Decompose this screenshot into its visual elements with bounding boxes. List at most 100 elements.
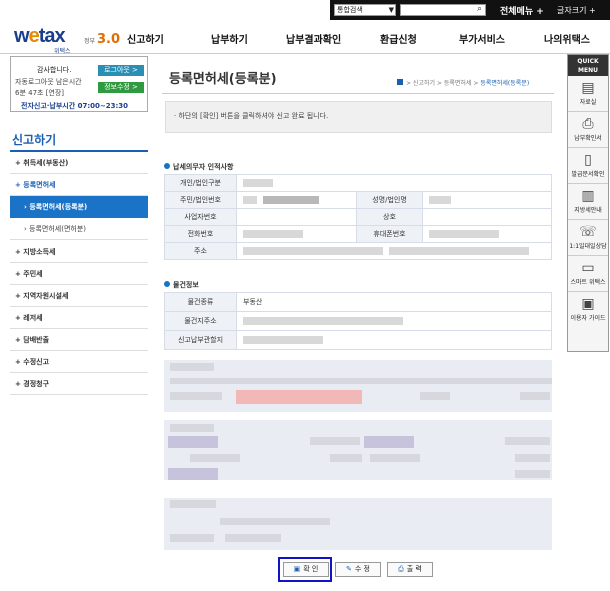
sidebar-item-resident-tax[interactable]: + 주민세 (10, 263, 148, 285)
print-button[interactable]: ⎙ 출 력 (387, 562, 433, 577)
login-status-box: 감사합니다. 로그아웃 > 자동로그아웃 남은시간 정보수정 > 6분 47초 … (10, 56, 148, 112)
obscured-bar (310, 437, 360, 445)
label-office: 신고납부관할지 (164, 330, 237, 350)
label-trade: 상호 (356, 208, 423, 226)
quick-item-payment-cert[interactable]: ⎙ 납부확인서 (568, 112, 608, 148)
obscured-bar (170, 424, 214, 432)
obscured-section-2 (164, 420, 552, 480)
quick-item-user-guide[interactable]: ▣ 이용자 가이드 (568, 292, 608, 328)
value-type (236, 174, 552, 192)
logo-subtitle: 위택스 (54, 48, 71, 55)
obscured-bar (515, 470, 550, 478)
obscured-bar (170, 363, 214, 371)
nav-payment-result[interactable]: 납부결과확인 (286, 31, 341, 46)
logout-button[interactable]: 로그아웃 > (98, 65, 144, 76)
bullet-icon (164, 163, 170, 169)
value-location (236, 311, 552, 331)
wetax-logo[interactable]: wetax (14, 25, 66, 48)
value-biz-no (236, 208, 357, 226)
printer-icon: ⎙ (398, 565, 404, 573)
page-title: 등록면허세(등록분) (169, 72, 277, 87)
value-trade (422, 208, 552, 226)
title-divider (162, 93, 554, 94)
breadcrumb: > 신고하기 > 등록면허세 > 등록면허세(등록분) (397, 78, 529, 87)
section-property-title: 물건정보 (164, 280, 199, 290)
value-office (236, 330, 552, 350)
logo-version: 정부 3.0 (84, 32, 120, 47)
label-phone: 전화번호 (164, 225, 237, 243)
value-name (422, 191, 552, 209)
sidebar-item-registration-tax[interactable]: + 등록면허세 (10, 174, 148, 196)
sidebar-item-correction-claim[interactable]: + 경정청구 (10, 373, 148, 395)
obscured-bar (220, 518, 330, 525)
value-addr (236, 242, 552, 260)
obscured-bar (515, 454, 550, 462)
obscured-bar (170, 500, 216, 508)
sidebar-subitem-registration[interactable]: › 등록면허세(등록분) (10, 196, 148, 218)
chat-icon: ☏ (579, 224, 597, 240)
utility-bar: 통합검색 ▼ ⌕ 전체메뉴 + 글자크기 + (0, 0, 610, 22)
font-size-button[interactable]: 글자크기 + (557, 5, 596, 16)
search-icon[interactable]: ⌕ (477, 4, 482, 14)
sidebar-item-regional-resource-tax[interactable]: + 지역자원시설세 (10, 285, 148, 307)
guide-icon: ▣ (581, 296, 595, 312)
sidebar-subitem-license[interactable]: › 등록면허세(면허분) (10, 218, 148, 240)
confirm-button[interactable]: ▣ 확 인 (283, 562, 329, 577)
obscured-bar (364, 436, 414, 448)
quick-item-archive[interactable]: ▤ 자료실 (568, 76, 608, 112)
quick-menu-title: QUICK MENU (568, 55, 608, 76)
sidebar-item-acquisition-tax[interactable]: + 취득세(부동산) (10, 152, 148, 174)
nav-report[interactable]: 신고하기 (127, 31, 164, 46)
auto-logout-label: 자동로그아웃 남은시간 (15, 78, 82, 86)
nav-refund[interactable]: 환급신청 (380, 31, 417, 46)
sidebar-item-tobacco[interactable]: + 담배반출 (10, 329, 148, 351)
label-addr: 주소 (164, 242, 237, 260)
quick-menu: QUICK MENU ▤ 자료실 ⎙ 납부확인서 ▯ 발급문서확인 ▥ 지방세안내 ☏ 1… (567, 54, 609, 352)
obscured-bar (168, 436, 218, 448)
obscured-bar (168, 468, 218, 480)
obscured-bar (225, 534, 281, 542)
greeting-text: 감사합니다. (37, 66, 72, 74)
obscured-bar (330, 454, 362, 462)
sidebar-item-leisure-tax[interactable]: + 레저세 (10, 307, 148, 329)
printer-icon: ⎙ (582, 116, 594, 132)
search-input[interactable]: ⌕ (400, 4, 486, 16)
property-table: 물건종류 부동산 물건지주소 신고납부관할지 (164, 292, 552, 350)
bullet-icon (164, 281, 170, 287)
label-mobile: 휴대폰번호 (356, 225, 423, 243)
service-hours: 전자신고·납부시간 07:00~23:30 (21, 102, 129, 110)
quick-item-smart-wetax[interactable]: ▭ 스마트 위택스 (568, 256, 608, 292)
search-scope-select[interactable]: 통합검색 ▼ (334, 4, 396, 16)
obscured-bar (420, 392, 450, 400)
label-name: 성명/법인명 (356, 191, 423, 209)
check-icon: ▣ (293, 565, 301, 573)
header: wetax 위택스 정부 3.0 신고하기 납부하기 납부결과확인 환급신청 부… (0, 22, 610, 55)
disk-icon: ▤ (581, 80, 595, 96)
notice-box: · 하단의 [확인] 버튼을 클릭하셔야 신고 완료 됩니다. (165, 101, 552, 133)
edit-button[interactable]: ✎ 수 정 (335, 562, 381, 577)
value-phone (236, 225, 357, 243)
nav-payment[interactable]: 납부하기 (211, 31, 248, 46)
obscured-highlight (236, 390, 362, 404)
obscured-bar (170, 534, 214, 542)
remaining-time[interactable]: 6분 47초 [연장] (15, 88, 64, 98)
quick-item-consult[interactable]: ☏ 1:1일대일상담 (568, 220, 608, 256)
all-menu-button[interactable]: 전체메뉴 + (500, 4, 544, 17)
home-icon[interactable] (397, 79, 403, 85)
sidebar-title: 신고하기 (12, 133, 57, 147)
value-id (236, 191, 357, 209)
label-type: 개인/법인구분 (164, 174, 237, 192)
nav-my-wetax[interactable]: 나의위택스 (544, 31, 590, 46)
sidebar-item-local-income-tax[interactable]: + 지방소득세 (10, 241, 148, 263)
edit-info-button[interactable]: 정보수정 > (98, 82, 144, 93)
chevron-down-icon: ▼ (388, 6, 394, 14)
sidebar-item-amended-return[interactable]: + 수정신고 (10, 351, 148, 373)
label-kind: 물건종류 (164, 292, 237, 312)
quick-item-doc-verify[interactable]: ▯ 발급문서확인 (568, 148, 608, 184)
nav-extra-services[interactable]: 부가서비스 (459, 31, 505, 46)
quick-item-local-tax-guide[interactable]: ▥ 지방세안내 (568, 184, 608, 220)
obscured-bar (520, 392, 550, 400)
obscured-section-1 (164, 360, 552, 412)
obscured-bar (170, 392, 222, 400)
document-icon: ▯ (584, 152, 592, 168)
